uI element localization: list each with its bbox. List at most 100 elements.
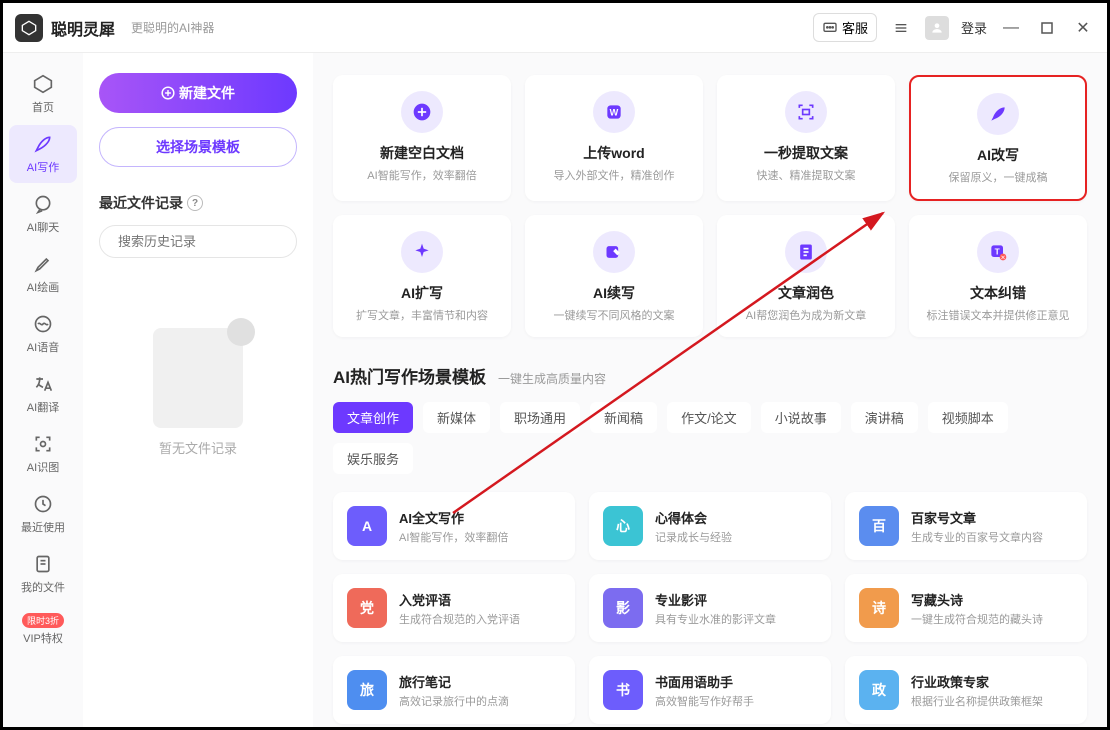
panel-left: 新建文件 选择场景模板 最近文件记录 ? 暂无文件记录 [83,53,313,727]
search-box[interactable] [99,225,297,258]
tpl-icon: 百 [859,506,899,546]
close-button[interactable]: ✕ [1071,16,1095,40]
tpl-title: 旅行笔记 [399,672,509,691]
nav-ai-translate[interactable]: AI翻译 [9,365,77,423]
tpl-icon: 影 [603,588,643,628]
card-desc: 快速、精准提取文案 [757,167,856,183]
scan-icon [32,433,54,455]
nav-my-files[interactable]: 我的文件 [9,545,77,603]
card-title: 上传word [583,143,644,163]
tab-essay[interactable]: 作文/论文 [667,402,751,433]
card-desc: 保留原义，一键成稿 [949,169,1048,185]
tpl-title: 百家号文章 [911,508,1043,527]
tpl-travel-notes[interactable]: 旅 旅行笔记高效记录旅行中的点滴 [333,656,575,724]
customer-service-button[interactable]: 客服 [813,13,877,42]
nav-label: 我的文件 [21,579,65,595]
tpl-party-review[interactable]: 党 入党评语生成符合规范的入党评语 [333,574,575,642]
tab-article-create[interactable]: 文章创作 [333,402,413,433]
card-ai-continue[interactable]: AI续写 一键续写不同风格的文案 [525,215,703,337]
plus-circle-icon [161,86,175,100]
tpl-desc: 高效记录旅行中的点滴 [399,693,509,709]
tpl-experience[interactable]: 心 心得体会记录成长与经验 [589,492,831,560]
tpl-baijiahao[interactable]: 百 百家号文章生成专业的百家号文章内容 [845,492,1087,560]
login-button[interactable]: 登录 [961,18,987,37]
card-title: 一秒提取文案 [764,143,848,163]
recent-title: 最近文件记录 [99,193,183,213]
tpl-acrostic-poem[interactable]: 诗 写藏头诗一键生成符合规范的藏头诗 [845,574,1087,642]
app-name: 聪明灵犀 [51,16,115,40]
brush-icon [32,253,54,275]
nav-label: 首页 [32,99,54,115]
help-icon[interactable]: ? [187,195,203,211]
nav-ai-image-recognition[interactable]: AI识图 [9,425,77,483]
tab-workplace[interactable]: 职场通用 [500,402,580,433]
tpl-desc: 根据行业名称提供政策框架 [911,693,1043,709]
home-icon [32,73,54,95]
nav-vip[interactable]: 限时3折 VIP特权 [9,605,77,654]
tpl-icon: 旅 [347,670,387,710]
extract-icon [785,91,827,133]
nav-label: AI语音 [27,339,59,355]
tab-new-media[interactable]: 新媒体 [423,402,490,433]
card-new-blank-doc[interactable]: 新建空白文档 AI智能写作，效率翻倍 [333,75,511,201]
search-input[interactable] [118,234,294,249]
document-icon [785,231,827,273]
nav-ai-chat[interactable]: AI聊天 [9,185,77,243]
customer-service-label: 客服 [842,18,868,37]
tpl-title: 心得体会 [655,508,732,527]
nav-label: AI识图 [27,459,59,475]
vip-badge: 限时3折 [22,613,64,628]
nav-ai-write[interactable]: AI写作 [9,125,77,183]
tab-news[interactable]: 新闻稿 [590,402,657,433]
card-ai-rewrite[interactable]: AI改写 保留原义，一键成稿 [909,75,1087,201]
card-extract-text[interactable]: 一秒提取文案 快速、精准提取文案 [717,75,895,201]
tpl-title: 入党评语 [399,590,520,609]
template-grid: A AI全文写作AI智能写作，效率翻倍 心 心得体会记录成长与经验 百 百家号文… [333,492,1087,724]
tab-video-script[interactable]: 视频脚本 [928,402,1008,433]
tab-entertainment[interactable]: 娱乐服务 [333,443,413,474]
svg-text:T: T [995,247,1000,257]
select-template-button[interactable]: 选择场景模板 [99,127,297,167]
tpl-title: 行业政策专家 [911,672,1043,691]
chat-bubble-icon [32,193,54,215]
tpl-industry-policy[interactable]: 政 行业政策专家根据行业名称提供政策框架 [845,656,1087,724]
card-desc: 导入外部文件，精准创作 [554,167,675,183]
svg-text:✕: ✕ [1001,256,1006,262]
nav-label: AI聊天 [27,219,59,235]
card-title: 文本纠错 [970,283,1026,303]
tpl-ai-full-write[interactable]: A AI全文写作AI智能写作，效率翻倍 [333,492,575,560]
nav-ai-voice[interactable]: AI语音 [9,305,77,363]
tpl-film-review[interactable]: 影 专业影评具有专业水准的影评文章 [589,574,831,642]
new-file-button[interactable]: 新建文件 [99,73,297,113]
maximize-button[interactable] [1035,16,1059,40]
tpl-desc: AI智能写作，效率翻倍 [399,529,508,545]
card-title: 文章润色 [778,283,834,303]
tab-novel[interactable]: 小说故事 [761,402,841,433]
nav-recent[interactable]: 最近使用 [9,485,77,543]
plus-icon [401,91,443,133]
tpl-icon: 诗 [859,588,899,628]
card-desc: AI智能写作，效率翻倍 [367,167,476,183]
minimize-button[interactable]: — [999,16,1023,40]
nav-ai-paint[interactable]: AI绘画 [9,245,77,303]
app-tagline: 更聪明的AI神器 [131,19,214,36]
edit-icon [593,231,635,273]
card-ai-expand[interactable]: AI扩写 扩写文章，丰富情节和内容 [333,215,511,337]
nav-home[interactable]: 首页 [9,65,77,123]
card-desc: 扩写文章，丰富情节和内容 [356,307,488,323]
tpl-formal-writing[interactable]: 书 书面用语助手高效智能写作好帮手 [589,656,831,724]
card-title: AI续写 [593,283,635,303]
feather-write-icon [977,93,1019,135]
menu-button[interactable] [889,16,913,40]
section-title: AI热门写作场景模板 [333,363,486,388]
card-text-correction[interactable]: T✕ 文本纠错 标注错误文本并提供修正意见 [909,215,1087,337]
tpl-desc: 一键生成符合规范的藏头诗 [911,611,1043,627]
nav-label: 最近使用 [21,519,65,535]
tpl-desc: 生成专业的百家号文章内容 [911,529,1043,545]
card-title: 新建空白文档 [380,143,464,163]
clock-icon [32,493,54,515]
card-polish[interactable]: 文章润色 AI帮您润色为成为新文章 [717,215,895,337]
card-upload-word[interactable]: W 上传word 导入外部文件，精准创作 [525,75,703,201]
tab-speech[interactable]: 演讲稿 [851,402,918,433]
section-subtitle: 一键生成高质量内容 [498,370,606,387]
